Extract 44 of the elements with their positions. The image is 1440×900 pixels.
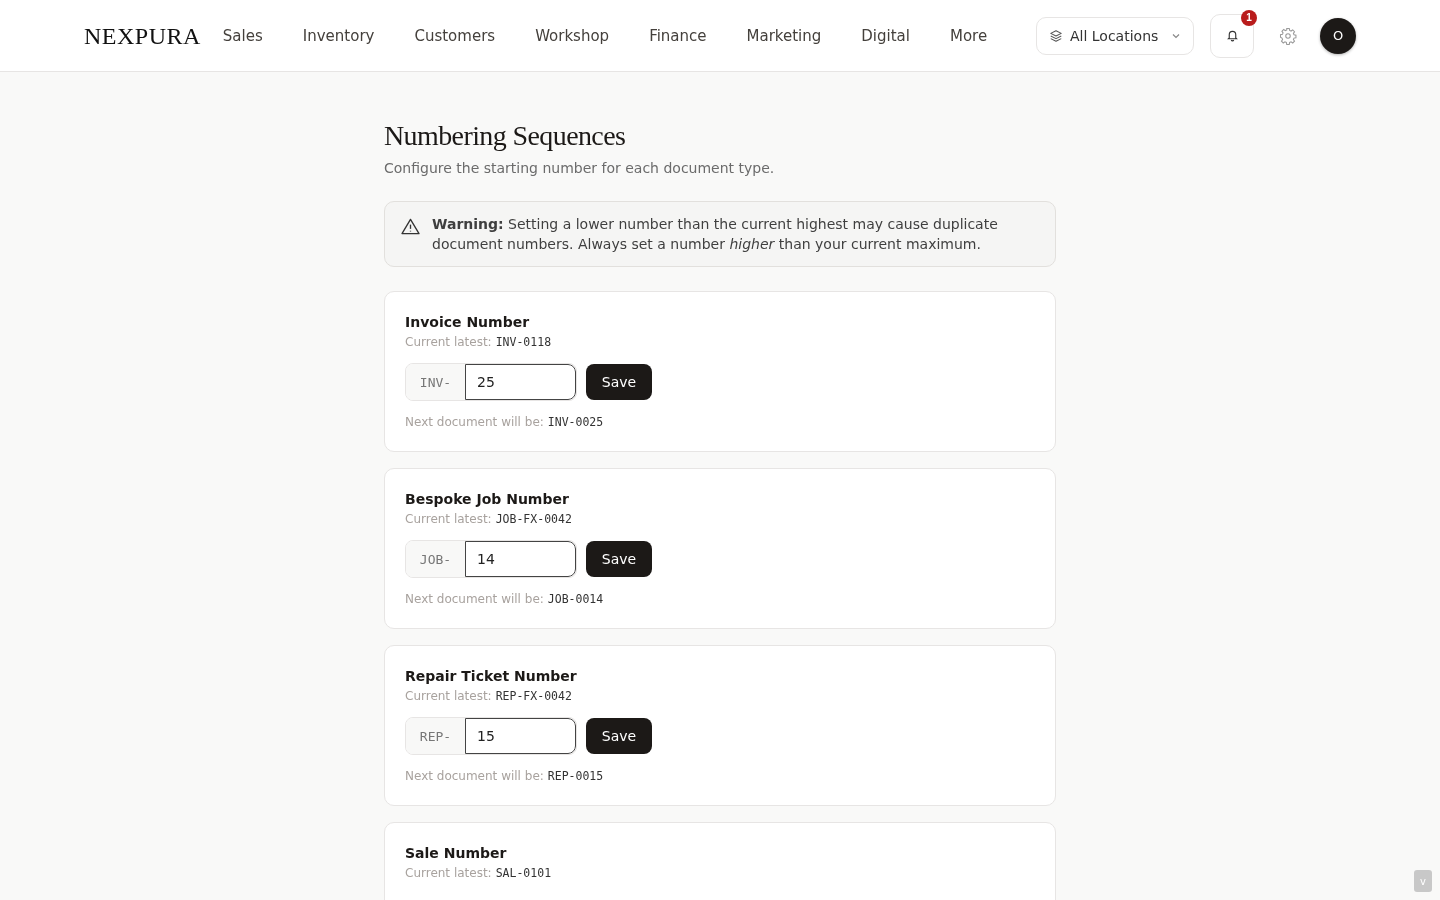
page-title: Numbering Sequences: [384, 120, 627, 152]
next-number: JOB-0014: [547, 592, 604, 606]
next-number: INV-0025: [547, 415, 604, 429]
number-field[interactable]: REP- 15: [405, 717, 577, 755]
next-label: Next document will be:: [405, 592, 544, 606]
latest-label: Current latest:: [405, 866, 492, 880]
notifications-button[interactable]: 1: [1210, 13, 1254, 58]
layers-icon: [1049, 28, 1063, 43]
location-select[interactable]: All Locations: [1036, 16, 1194, 55]
card-title: Bespoke Job Number: [405, 491, 570, 507]
save-button[interactable]: Save: [586, 541, 652, 577]
user-avatar[interactable]: O: [1320, 17, 1356, 54]
nav-link[interactable]: Finance: [629, 26, 727, 45]
next-number: REP-0015: [547, 769, 604, 783]
warning-text: Warning: Setting a lower number than the current highest may cause duplicate document numbers. Always set a number higher than your current maximum.: [432, 215, 999, 254]
latest-number: REP-FX-0042: [495, 689, 572, 703]
latest-number: SAL-0101: [495, 866, 552, 880]
latest-number: JOB-FX-0042: [495, 512, 572, 526]
nav-link[interactable]: Sales: [222, 26, 283, 45]
notification-badge: 1: [1241, 9, 1257, 26]
nav-link[interactable]: Customers: [394, 26, 516, 45]
latest-label: Current latest:: [405, 689, 492, 703]
warning-icon: [401, 218, 420, 235]
nav-link[interactable]: Marketing: [726, 26, 842, 45]
card-title: Sale Number: [405, 845, 508, 861]
bell-icon: [1225, 29, 1239, 42]
number-field[interactable]: JOB- 14: [405, 540, 577, 578]
settings-icon: [1279, 26, 1297, 45]
card-title: Repair Ticket Number: [405, 668, 578, 684]
nav-link[interactable]: More: [929, 26, 1008, 45]
latest-number: INV-0118: [495, 335, 552, 349]
nav-link[interactable]: Workshop: [515, 26, 630, 45]
next-label: Next document will be:: [405, 415, 544, 429]
page-subtitle: Configure the starting number for each document type.: [384, 160, 776, 176]
nav-link[interactable]: Digital: [841, 26, 930, 45]
brand-logo[interactable]: NEXPURA: [84, 20, 201, 51]
save-button[interactable]: Save: [586, 718, 652, 754]
latest-label: Current latest:: [405, 512, 492, 526]
card-title: Invoice Number: [405, 314, 531, 330]
next-label: Next document will be:: [405, 769, 544, 783]
latest-label: Current latest:: [405, 335, 492, 349]
nav-link[interactable]: Inventory: [282, 26, 395, 45]
save-button[interactable]: Save: [586, 364, 652, 400]
number-field[interactable]: INV- 25: [405, 363, 577, 401]
